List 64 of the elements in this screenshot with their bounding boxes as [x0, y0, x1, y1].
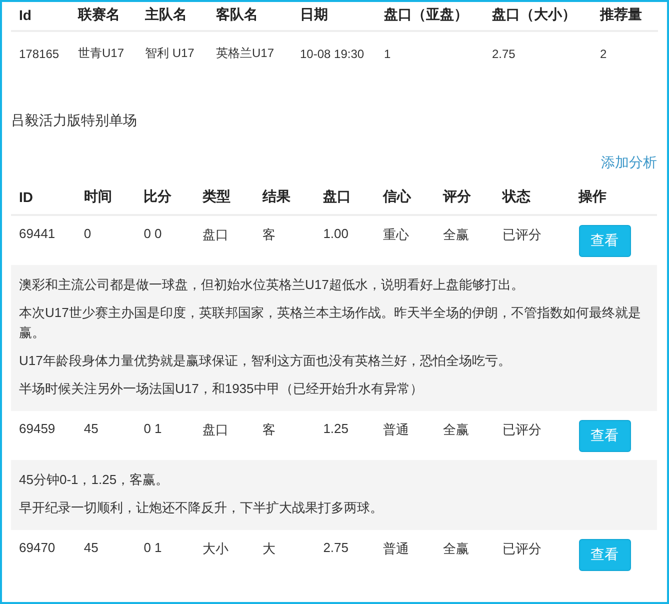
- table-cell: 10-08 19:30: [292, 31, 376, 78]
- table-cell: 178165: [11, 31, 70, 78]
- table-cell: 盘口: [194, 215, 254, 265]
- table-cell: 1.25: [315, 411, 376, 460]
- column-header: 客队名: [208, 2, 292, 31]
- view-button[interactable]: 查看: [578, 539, 631, 571]
- table-cell: 世青U17: [70, 31, 137, 78]
- table-cell: 大小: [194, 530, 254, 579]
- column-header: 盘口（亚盘）: [376, 2, 484, 31]
- table-cell: 已评分: [494, 215, 571, 265]
- table-cell: 大: [254, 530, 316, 579]
- column-header: 结果: [254, 180, 316, 215]
- table-cell: 已评分: [494, 411, 571, 460]
- column-header: 推荐量: [592, 2, 658, 31]
- column-header: 盘口: [315, 180, 376, 215]
- analysis-note: 早开纪录一切顺利，让炮还不降反升，下半扩大战果打多两球。: [19, 499, 384, 517]
- view-button[interactable]: 查看: [578, 225, 631, 257]
- table-cell: 普通: [375, 411, 435, 460]
- table-cell: 盘口: [194, 411, 254, 460]
- table-cell: 已评分: [494, 530, 571, 579]
- column-header: 比分: [136, 180, 195, 215]
- table-cell: 智利 U17: [137, 31, 208, 78]
- table-cell: 0: [76, 215, 136, 265]
- column-header: 主队名: [137, 2, 208, 31]
- view-button[interactable]: 查看: [578, 420, 631, 452]
- column-header: 状态: [494, 180, 571, 215]
- table-cell: 0 1: [136, 530, 195, 579]
- analysis-note: 本次U17世少赛主办国是印度，英联邦国家，英格兰本主场作战。昨天半全场的伊朗，不管指数如何最终就是赢。: [19, 304, 642, 342]
- analysis-note: 澳彩和主流公司都是做一球盘，但初始水位英格兰U17超低水，说明看好上盘能够打出。: [19, 276, 525, 294]
- analysis-note: U17年龄段身体力量优势就是赢球保证，智利这方面也没有英格兰好，恐怕全场吃亏。: [19, 352, 512, 370]
- table-cell: 英格兰U17: [208, 31, 292, 78]
- table-cell: 普通: [375, 530, 435, 579]
- table-cell: 45: [76, 411, 136, 460]
- table-cell: 0 0: [136, 215, 195, 265]
- table-cell: 客: [254, 215, 316, 265]
- table-cell: 全赢: [434, 215, 495, 265]
- table-cell: 0 1: [136, 411, 195, 460]
- analysis-note: 45分钟0-1，1.25，客赢。: [19, 471, 170, 489]
- table-cell: 1.00: [315, 215, 376, 265]
- column-header: 时间: [76, 180, 136, 215]
- add-analysis-link[interactable]: 添加分析: [601, 154, 657, 172]
- column-header: Id: [11, 2, 70, 31]
- table-cell: 全赢: [434, 530, 495, 579]
- column-header: 联赛名: [70, 2, 137, 31]
- table-cell: 客: [254, 411, 316, 460]
- table-cell: 2.75: [315, 530, 376, 579]
- table-cell: 1: [376, 31, 484, 78]
- table-cell: 2.75: [484, 31, 592, 78]
- column-header: 盘口（大小）: [484, 2, 592, 31]
- table-cell: 2: [592, 31, 658, 78]
- table-cell: 全赢: [434, 411, 495, 460]
- column-header: 类型: [194, 180, 254, 215]
- table-cell: 45: [76, 530, 136, 579]
- table-cell: 69459: [11, 411, 76, 460]
- column-header: 日期: [292, 2, 376, 31]
- column-header: ID: [11, 180, 76, 215]
- section-title: 吕毅活力版特别单场: [11, 112, 138, 130]
- analysis-note: 半场时候关注另外一场法国U17，和1935中甲（已经开始升水有异常）: [19, 380, 424, 398]
- column-header: 操作: [570, 180, 657, 215]
- column-header: 评分: [434, 180, 495, 215]
- table-cell: 69470: [11, 530, 76, 579]
- table-cell: 重心: [375, 215, 435, 265]
- table-cell: 69441: [11, 215, 76, 265]
- column-header: 信心: [375, 180, 435, 215]
